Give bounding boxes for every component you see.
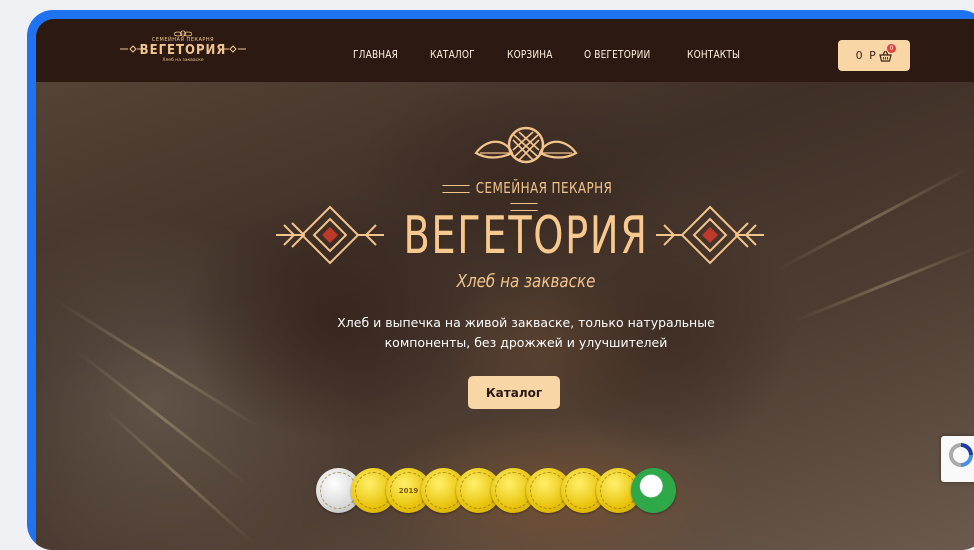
nav-link-cart[interactable]: КОРЗИНА <box>507 48 553 61</box>
hero-background: СЕМЕЙНАЯ ПЕКАРНЯ ВЕГЕТОРИЯ Хлеб на заква… <box>36 19 974 550</box>
main-nav: ГЛАВНАЯ КАТАЛОГ КОРЗИНА О ВЕГЕТОРИИ КОНТ… <box>353 48 752 61</box>
awards-row: 2019 <box>316 468 676 513</box>
logo-ornament-left-icon <box>120 45 146 53</box>
hero-subtitle: СЕМЕЙНАЯ ПЕКАРНЯ <box>475 179 613 197</box>
logo-bottom-text: Хлеб на закваске <box>162 58 204 63</box>
divider-left <box>442 184 470 193</box>
nav-link-about[interactable]: О ВЕГЕТОРИИ <box>584 48 650 61</box>
catalog-button[interactable]: Каталог <box>468 376 560 409</box>
folk-ornament-right-icon <box>656 205 764 265</box>
cart-count-badge: 0 <box>887 44 896 53</box>
hero-emblem-icon <box>474 126 578 164</box>
wheat-decoration <box>55 299 261 429</box>
wheat-decoration <box>795 244 974 322</box>
wheat-decoration <box>775 165 971 272</box>
site-header: СЕМЕЙНАЯ ПЕКАРНЯ ВЕГЕТОРИЯ Хлеб на заква… <box>36 19 974 82</box>
cart-button[interactable]: 0 Р 0 <box>838 40 910 71</box>
hero-description: Хлеб и выпечка на живой закваске, только… <box>316 313 736 353</box>
site-logo[interactable]: СЕМЕЙНАЯ ПЕКАРНЯ ВЕГЕТОРИЯ Хлеб на заква… <box>120 30 246 70</box>
award-medal-icon <box>631 468 676 513</box>
wheat-decoration <box>75 349 251 488</box>
recaptcha-icon <box>948 443 973 467</box>
browser-frame: СЕМЕЙНАЯ ПЕКАРНЯ ВЕГЕТОРИЯ Хлеб на заква… <box>27 10 974 550</box>
nav-link-home[interactable]: ГЛАВНАЯ <box>353 48 398 61</box>
hero-tagline: Хлеб на закваске <box>456 271 596 292</box>
hero-description-line: Хлеб и выпечка на живой закваске, только… <box>337 315 715 330</box>
hero-description-line: компоненты, без дрожжей и улучшителей <box>384 335 668 350</box>
nav-link-contacts[interactable]: КОНТАКТЫ <box>687 48 740 61</box>
logo-wheat-icon <box>174 30 192 37</box>
cart-total: 0 Р <box>855 49 878 62</box>
hero-title: ВЕГЕТОРИЯ <box>403 206 649 266</box>
logo-ornament-right-icon <box>220 45 246 53</box>
recaptcha-badge[interactable] <box>941 436 974 482</box>
folk-ornament-left-icon <box>276 205 384 265</box>
nav-link-catalog[interactable]: КАТАЛОГ <box>430 48 475 61</box>
